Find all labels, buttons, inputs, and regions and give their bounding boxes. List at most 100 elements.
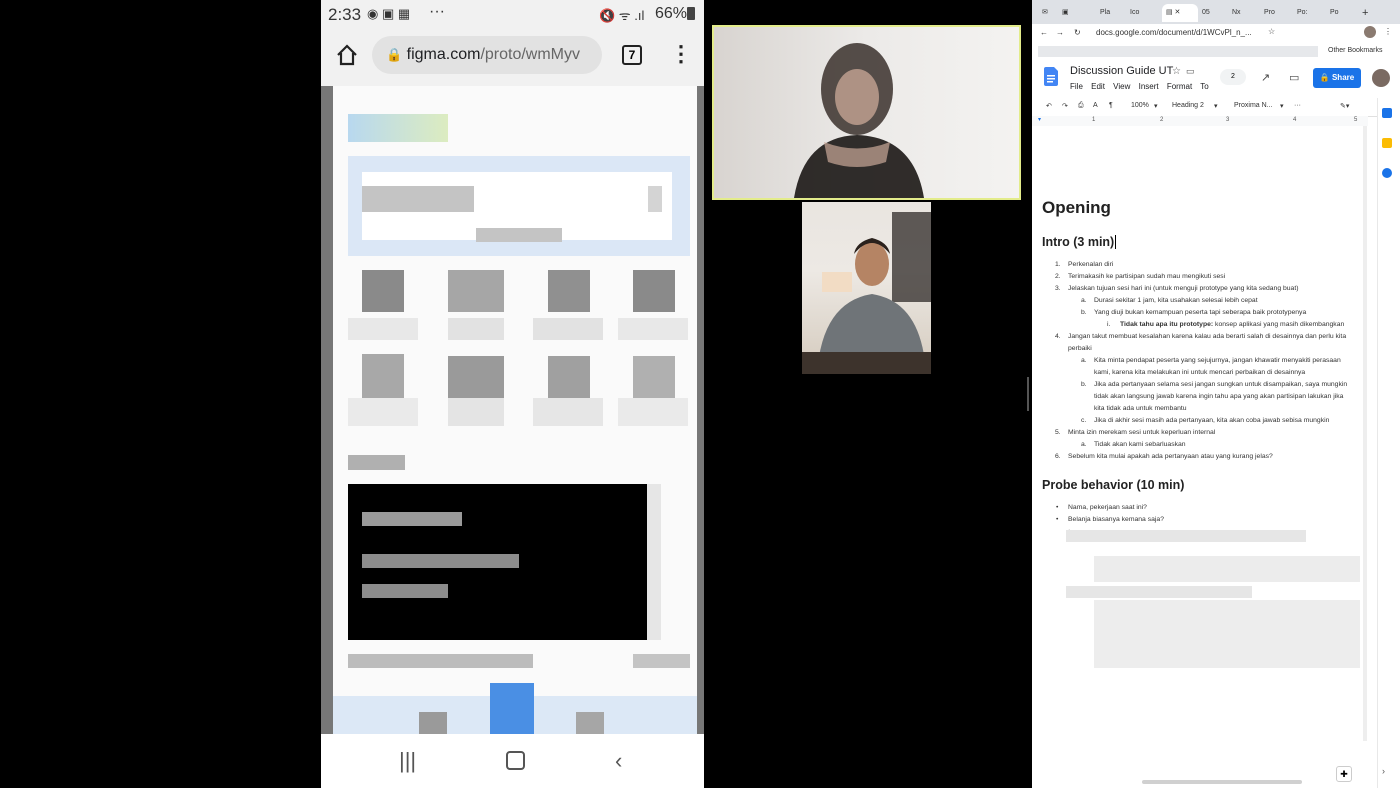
menu-edit[interactable]: Edit <box>1091 82 1105 91</box>
zoom-dropdown-icon[interactable]: ▾ <box>1154 102 1158 110</box>
panel-resize-handle[interactable] <box>1027 377 1029 411</box>
tasks-icon[interactable] <box>1382 168 1392 178</box>
menu-view[interactable]: View <box>1113 82 1130 91</box>
url-field[interactable]: 🔒 figma.com/proto/wmMyv <box>372 36 602 74</box>
pixelated-label <box>618 318 688 340</box>
horizontal-scrollbar[interactable] <box>1142 780 1302 784</box>
pixelated-tab[interactable] <box>576 712 604 734</box>
tab-pla[interactable]: Pla <box>1100 4 1110 22</box>
home-icon[interactable] <box>336 44 358 66</box>
tab-ico[interactable]: Ico <box>1130 4 1139 22</box>
blurred-bookmarks <box>1038 46 1318 57</box>
list-text: Sebelum kita mulai apakah ada pertanyaan… <box>1068 453 1273 460</box>
calendar-icon[interactable] <box>1382 108 1392 118</box>
spellcheck-icon[interactable]: A <box>1093 102 1098 109</box>
list-number: 5. <box>1055 429 1061 436</box>
docs-logo-icon[interactable] <box>1044 67 1058 86</box>
star-icon[interactable]: ☆ <box>1172 66 1181 77</box>
text-cursor <box>1115 235 1117 249</box>
back-icon[interactable]: ‹ <box>615 748 622 774</box>
pixelated-icon <box>362 270 404 312</box>
figma-prototype-view[interactable] <box>328 86 697 734</box>
tab-switcher-button[interactable]: 7 <box>622 45 642 65</box>
menu-tools[interactable]: To <box>1200 82 1208 91</box>
home-nav-icon[interactable] <box>506 751 525 770</box>
pixelated-text <box>633 654 690 668</box>
google-docs-window: ✉ ▣ Pla Ico ▤ ✕ 05 Nx Pro Po: Po + ← → ↻… <box>1032 0 1400 788</box>
document-title[interactable]: Discussion Guide UT <box>1070 65 1173 77</box>
tab-favicon[interactable]: ▣ <box>1062 4 1069 22</box>
font-select[interactable]: Proxima N... <box>1234 102 1273 109</box>
profile-avatar[interactable] <box>1364 26 1376 38</box>
move-folder-icon[interactable]: ▭ <box>1186 66 1195 77</box>
zoom-select[interactable]: 100% <box>1131 102 1149 109</box>
intro-list-item: a. Kita minta pendapat peserta yang sejuj… <box>1081 357 1341 365</box>
tab-05[interactable]: 05 <box>1202 4 1210 22</box>
menu-insert[interactable]: Insert <box>1139 82 1159 91</box>
lock-icon: 🔒 <box>386 47 403 62</box>
pixelated-active-tab[interactable] <box>490 683 534 734</box>
overflow-menu-icon[interactable]: ⋮ <box>670 41 692 67</box>
share-button[interactable]: 🔒 Share <box>1313 68 1361 88</box>
print-icon[interactable]: ⎙ <box>1078 102 1084 110</box>
blurred-text <box>1066 586 1252 598</box>
tab-po1[interactable]: Po: <box>1297 4 1308 22</box>
address-text[interactable]: docs.google.com/document/d/1WCvPl_n_... <box>1096 28 1252 37</box>
comments-icon[interactable]: ▭ <box>1289 71 1299 84</box>
show-side-panel-icon[interactable]: › <box>1382 766 1385 776</box>
pixelated-tab[interactable] <box>419 712 447 734</box>
activity-trend-icon[interactable]: ↗ <box>1261 71 1270 84</box>
tab-active-doc[interactable]: ▤ ✕ <box>1162 4 1198 22</box>
recent-apps-icon[interactable]: ||| <box>399 748 416 774</box>
intro-list-item: i. Tidak tahu apa itu prototype: konsep a… <box>1107 321 1344 329</box>
menu-file[interactable]: File <box>1070 82 1083 91</box>
undo-icon[interactable]: ↶ <box>1046 102 1052 110</box>
keep-icon[interactable] <box>1382 138 1392 148</box>
redo-icon[interactable]: ↷ <box>1062 102 1068 110</box>
forward-arrow-icon[interactable]: → <box>1056 28 1064 37</box>
font-dropdown-icon[interactable]: ▾ <box>1280 102 1284 110</box>
menu-format[interactable]: Format <box>1167 82 1192 91</box>
signal-icons: 🔇 ᯤ .ıl <box>599 8 645 23</box>
docs-scrollbar[interactable] <box>1363 126 1367 741</box>
new-tab-icon[interactable]: + <box>1362 4 1368 22</box>
tab-pro[interactable]: Pro <box>1264 4 1275 22</box>
pixelated-section-label <box>348 455 405 470</box>
bookmark-star-icon[interactable]: ☆ <box>1268 27 1275 36</box>
docs-menu-bar: File Edit View Insert Format To <box>1070 82 1215 91</box>
back-arrow-icon[interactable]: ← <box>1040 28 1048 37</box>
pixelated-text <box>362 584 448 598</box>
list-text: Kita minta pendapat peserta yang sejujur… <box>1094 357 1341 364</box>
browser-menu-icon[interactable]: ⋮ <box>1384 27 1392 36</box>
style-select[interactable]: Heading 2 <box>1172 102 1204 109</box>
intro-list-item: a. Tidak akan kami sebarluaskan <box>1081 441 1186 449</box>
list-number: 1. <box>1055 261 1061 268</box>
pixelated-icon <box>548 356 590 398</box>
list-text: perbaiki <box>1068 345 1092 352</box>
list-text: Durasi sekitar 1 jam, kita usahakan sele… <box>1094 297 1258 304</box>
editing-mode-icon[interactable]: ✎▾ <box>1340 102 1349 110</box>
participant-figure <box>794 43 924 198</box>
heading-intro-text: Intro (3 min) <box>1042 235 1115 249</box>
explore-icon[interactable]: ✚ <box>1336 766 1352 782</box>
intro-list-item: 1. Perkenalan diri <box>1055 261 1113 269</box>
proto-left-edge <box>321 86 333 734</box>
pixelated-label <box>348 398 418 426</box>
more-tools-icon[interactable]: ··· <box>1294 102 1301 109</box>
pixelated-banner-edge <box>647 484 661 640</box>
tab-favicon[interactable]: ✉ <box>1042 4 1048 22</box>
style-dropdown-icon[interactable]: ▾ <box>1214 102 1218 110</box>
tab-nx[interactable]: Nx <box>1232 4 1241 22</box>
list-bullet: • <box>1056 516 1059 523</box>
reload-icon[interactable]: ↻ <box>1074 28 1081 37</box>
list-text: Tidak akan kami sebarluaskan <box>1094 441 1186 448</box>
paint-format-icon[interactable]: ¶ <box>1109 102 1113 109</box>
indent-marker[interactable]: ▾ <box>1038 116 1041 123</box>
pixelated-label <box>533 398 603 426</box>
other-bookmarks[interactable]: Other Bookmarks <box>1328 47 1382 54</box>
intro-list-item: tidak akan langsung jawab karena ingin t… <box>1094 393 1343 401</box>
user-avatar[interactable] <box>1372 69 1390 87</box>
collaborator-count[interactable]: 2 <box>1220 69 1246 85</box>
tab-po2[interactable]: Po <box>1330 4 1339 22</box>
list-number: b. <box>1081 381 1087 388</box>
